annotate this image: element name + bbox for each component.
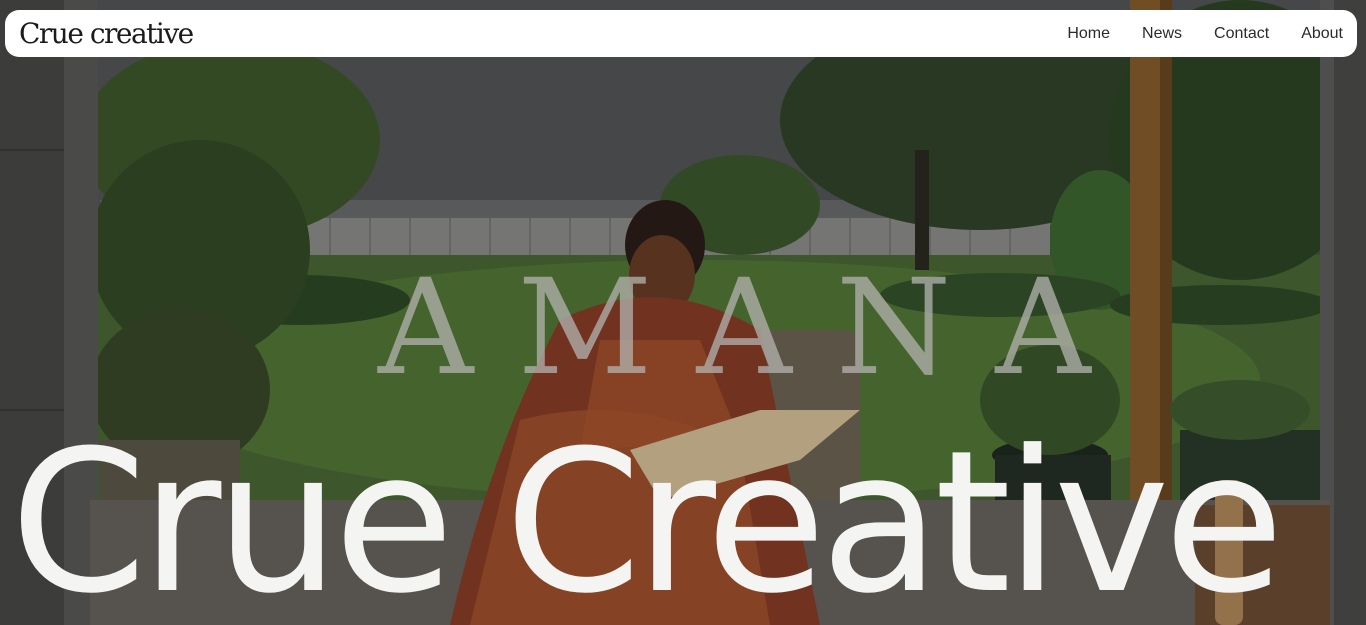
hero-title: Crue Creative [10, 409, 1284, 625]
top-navbar: Crue creative Home News Contact About [5, 10, 1357, 57]
nav-link-home[interactable]: Home [1067, 25, 1110, 43]
nav-link-about[interactable]: About [1301, 25, 1343, 43]
nav-links: Home News Contact About [1035, 25, 1343, 43]
site-logo[interactable]: Crue creative [19, 19, 194, 48]
hero-section: AMANA Crue Creative [0, 0, 1366, 625]
hero-watermark-text: AMANA [378, 251, 1135, 405]
nav-link-news[interactable]: News [1142, 25, 1182, 43]
nav-link-contact[interactable]: Contact [1214, 25, 1269, 43]
